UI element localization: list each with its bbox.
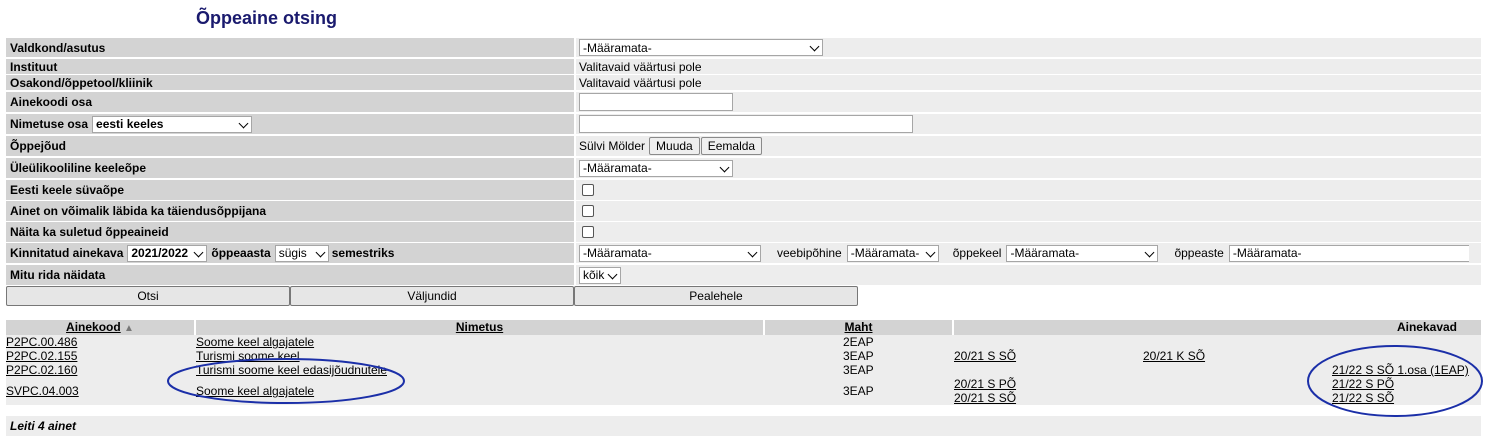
veebi-select[interactable]: -Määramata- — [846, 244, 939, 262]
veebi-label: veebipõhine — [777, 246, 842, 260]
course-maht: 3EAP — [843, 384, 874, 398]
course-name-link[interactable]: Soome keel algajatele — [196, 384, 314, 398]
keeleope-select[interactable]: -Määramata- — [579, 159, 733, 177]
pealehele-button[interactable]: Pealehele — [574, 286, 858, 306]
eemalda-button[interactable]: Eemalda — [700, 137, 763, 155]
page-title: Õppeaine otsing — [196, 8, 338, 28]
semester-select[interactable]: sügis — [274, 244, 329, 262]
oppekeel-select[interactable]: -Määramata- — [1006, 244, 1159, 262]
header-ainekavad: Ainekavad — [954, 320, 1481, 335]
filter-row-ainekava: Kinnitatud ainekava 2021/2022 õppeaasta … — [6, 243, 1481, 263]
valdkond-select[interactable]: -Määramata- — [579, 39, 823, 56]
ainekava-link[interactable]: 21/22 S PÕ — [1332, 377, 1394, 391]
osakond-value: Valitavaid väärtusi pole — [576, 75, 1481, 90]
ainekava-link[interactable]: 20/21 S SÕ — [954, 391, 1016, 405]
chevron-down-icon — [315, 247, 326, 257]
filter-row-oppejoud: Õppejõud Sülvi Mölder Muuda Eemalda — [6, 136, 1481, 156]
ainekava-select[interactable]: -Määramata- — [579, 244, 761, 262]
course-code-link[interactable]: P2PC.02.155 — [6, 349, 77, 363]
ainekava-link[interactable]: 20/21 S SÕ — [954, 349, 1016, 363]
filter-row-keeleope: Üleülikooliline keeleõpe -Määramata- — [6, 158, 1481, 178]
taiendus-checkbox[interactable] — [582, 205, 594, 217]
filter-row-suletud: Näita ka suletud õppeaineid — [6, 222, 1481, 242]
table-row: P2PC.02.160 — [6, 363, 77, 377]
semester-suffix: semestriks — [331, 246, 395, 260]
chevron-down-icon — [809, 41, 820, 52]
keeleope-label: Üleülikooliline keeleõpe — [6, 158, 574, 178]
header-maht[interactable]: Maht — [765, 320, 952, 335]
ainekava-link[interactable]: 21/22 S SÕ — [1332, 391, 1394, 405]
filter-row-nimetus: Nimetuse osa eesti keeles — [6, 114, 1481, 134]
course-code-link[interactable]: SVPC.04.003 — [6, 384, 79, 398]
table-row: P2PC.02.155 — [6, 349, 77, 363]
oppekeel-label: õppekeel — [952, 246, 1002, 260]
header-ainekood[interactable]: Ainekood ▲ — [6, 320, 194, 335]
ainekood-label: Ainekoodi osa — [6, 92, 574, 112]
table-row: SVPC.04.003 — [6, 384, 79, 398]
ainekava-link[interactable]: 20/21 S PÕ — [954, 377, 1016, 391]
results-summary: Leiti 4 ainet — [6, 416, 1481, 436]
filter-row-taiendus: Ainet on võimalik läbida ka täiendusõppi… — [6, 201, 1481, 221]
course-name-link[interactable]: Soome keel algajatele — [196, 335, 314, 349]
nimetus-lang-select[interactable]: eesti keeles — [92, 115, 253, 133]
chevron-down-icon — [719, 162, 730, 172]
header-nimetus[interactable]: Nimetus — [196, 320, 763, 335]
ainekood-input[interactable] — [579, 93, 733, 111]
chevron-down-icon — [925, 247, 936, 257]
year-suffix: õppeaasta — [211, 246, 271, 260]
filter-row-instituut: Instituut Valitavaid väärtusi pole — [6, 59, 1481, 74]
chevron-down-icon — [1145, 247, 1155, 257]
ainekava-label: Kinnitatud ainekava — [10, 246, 124, 260]
chevron-down-icon — [607, 269, 618, 279]
filter-row-osakond: Osakond/õppetool/kliinik Valitavaid väär… — [6, 75, 1481, 90]
year-select[interactable]: 2021/2022 — [127, 244, 208, 262]
oppeaste-label: õppeaste — [1174, 246, 1224, 260]
instituut-label: Instituut — [6, 59, 574, 74]
suvaope-checkbox[interactable] — [582, 184, 594, 196]
chevron-down-icon — [747, 247, 758, 257]
course-code-link[interactable]: P2PC.00.486 — [6, 335, 77, 349]
valjundid-button[interactable]: Väljundid — [290, 286, 574, 306]
otsi-button[interactable]: Otsi — [6, 286, 290, 306]
table-row: P2PC.00.486 — [6, 335, 77, 349]
chevron-down-icon — [238, 118, 249, 128]
sort-asc-icon: ▲ — [124, 323, 134, 334]
read-label: Mitu rida näidata — [6, 265, 574, 285]
course-maht: 3EAP — [843, 363, 874, 377]
filter-row-valdkond: Valdkond/asutus -Määramata- — [6, 38, 1481, 57]
taiendus-label: Ainet on võimalik läbida ka täiendusõppi… — [6, 201, 574, 221]
muuda-button[interactable]: Muuda — [649, 137, 700, 155]
course-maht: 2EAP — [843, 335, 874, 349]
read-select[interactable]: kõik — [579, 266, 621, 284]
course-name-link[interactable]: Turismi soome keel edasijõudnutele — [196, 363, 387, 377]
osakond-label: Osakond/õppetool/kliinik — [6, 75, 574, 90]
oppejoud-value: Sülvi Mölder — [579, 139, 646, 153]
suvaope-label: Eesti keele süvaõpe — [6, 180, 574, 200]
suletud-checkbox[interactable] — [582, 226, 594, 238]
filter-row-ainekood: Ainekoodi osa — [6, 92, 1481, 112]
oppejoud-label: Õppejõud — [6, 136, 574, 156]
nimetus-label: Nimetuse osa — [10, 117, 89, 131]
instituut-value: Valitavaid väärtusi pole — [576, 59, 1481, 74]
valdkond-label: Valdkond/asutus — [6, 38, 574, 57]
ainekava-link[interactable]: 20/21 K SÕ — [1143, 349, 1205, 363]
filter-row-read: Mitu rida näidata kõik — [6, 265, 1481, 285]
suletud-label: Näita ka suletud õppeaineid — [6, 222, 574, 242]
filter-row-suvaope: Eesti keele süvaõpe — [6, 180, 1481, 200]
oppeaste-select[interactable]: -Määramata- — [1228, 244, 1469, 262]
nimetus-input[interactable] — [579, 115, 913, 133]
course-code-link[interactable]: P2PC.02.160 — [6, 363, 77, 377]
chevron-down-icon — [193, 247, 204, 257]
course-name-link[interactable]: Turismi soome keel — [196, 349, 300, 363]
ainekava-link[interactable]: 21/22 S SÕ 1.osa (1EAP) — [1332, 363, 1469, 377]
sort-ainekood-link[interactable]: Ainekood — [66, 320, 121, 334]
course-maht: 3EAP — [843, 349, 874, 363]
